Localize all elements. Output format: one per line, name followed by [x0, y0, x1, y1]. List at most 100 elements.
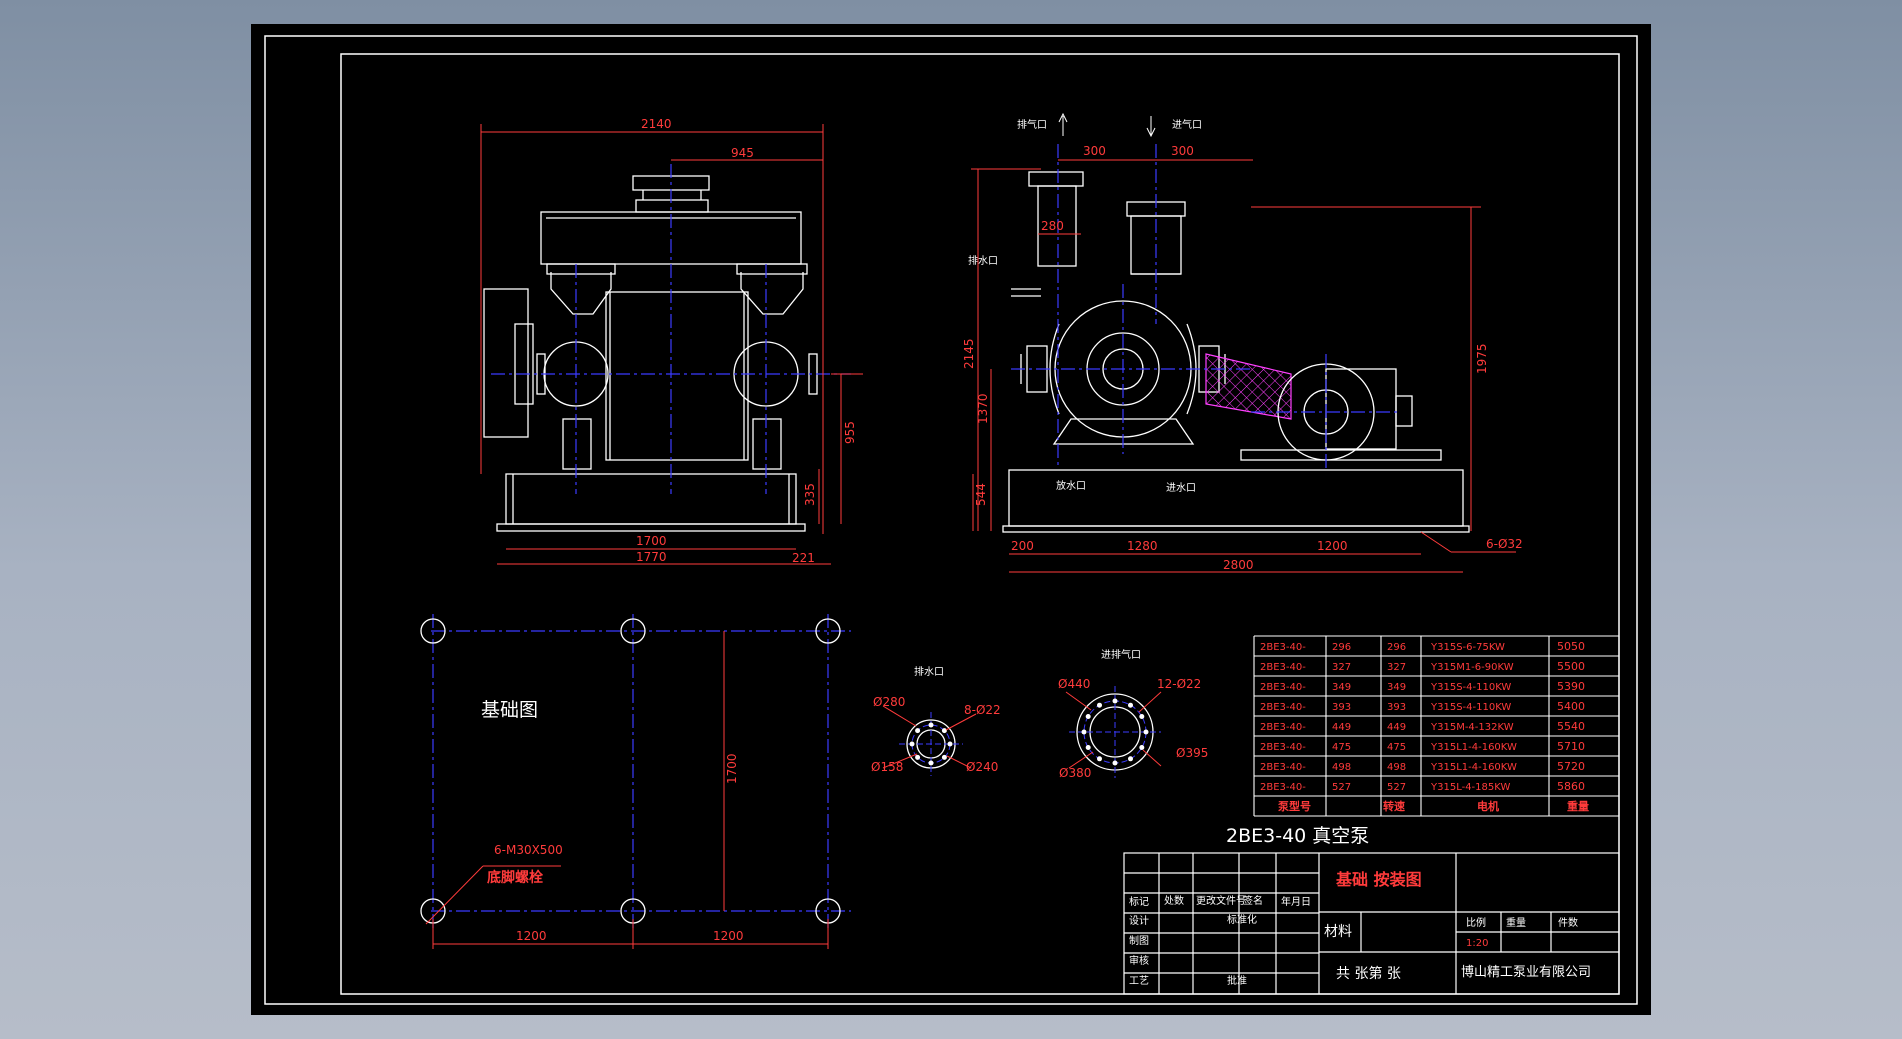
spec-header-speed: 转速	[1383, 799, 1405, 813]
spec-weight-cell: 5390	[1557, 680, 1585, 693]
spec-header-weight: 重量	[1567, 799, 1589, 813]
spec-speed-cell: 498	[1387, 762, 1406, 773]
spec-model-cell: 2BE3-40-	[1260, 722, 1306, 733]
tb-review: 审核	[1129, 954, 1149, 967]
dim-front-955: 955	[843, 421, 857, 444]
dim-drain-holes: 8-Ø22	[964, 703, 1001, 717]
dim-io-d380: Ø380	[1059, 766, 1091, 780]
dim-side-300a: 300	[1083, 144, 1106, 158]
tb-date: 年月日	[1281, 895, 1311, 908]
tb-drawing: 制图	[1129, 934, 1149, 947]
foundation-plan	[420, 614, 851, 949]
spec-speed-cell: 327	[1387, 662, 1406, 673]
spec-header-motor: 电机	[1477, 799, 1499, 813]
spec-speed-cell: 475	[1387, 742, 1406, 753]
spec-weight-cell: 5400	[1557, 700, 1585, 713]
dim-found-1200a: 1200	[516, 929, 547, 943]
spec-motor-cell: Y315L1-4-160KW	[1430, 762, 1517, 773]
dim-front-221: 221	[792, 551, 815, 565]
label-inlet-water: 进水口	[1166, 482, 1196, 494]
spec-model-cell: 2BE3-40-	[1260, 702, 1306, 713]
dim-io-d395: Ø395	[1176, 746, 1208, 760]
anchor-bolt-spec: 6-M30X500	[494, 843, 563, 857]
spec-speed-cell: 296	[1387, 642, 1406, 653]
dim-side-2800: 2800	[1223, 558, 1254, 572]
dim-side-2145: 2145	[962, 338, 976, 369]
tb-sign: 签名	[1243, 894, 1263, 907]
tb-sheets: 共 张第 张	[1336, 965, 1401, 982]
spec-model-cell: 2BE3-40-	[1260, 742, 1306, 753]
dim-side-544: 544	[974, 483, 988, 506]
spec-model-cell: 2BE3-40-	[1260, 762, 1306, 773]
spec-weight-cell: 5500	[1557, 660, 1585, 673]
dim-drain-d240: Ø240	[966, 760, 998, 774]
dim-front-335: 335	[803, 483, 817, 506]
spec-motor-cell: Y315L1-4-160KW	[1430, 742, 1517, 753]
front-centerlines	[491, 164, 851, 494]
spec-model-cell: 2BE3-40-	[1260, 782, 1306, 793]
dim-side-1370: 1370	[976, 393, 990, 424]
dim-side-1200: 1200	[1317, 539, 1348, 553]
dim-found-1200b: 1200	[713, 929, 744, 943]
tb-approve: 批准	[1227, 974, 1247, 987]
dim-side-1975: 1975	[1475, 343, 1489, 374]
spec-motor-cell: Y315S-4-110KW	[1430, 682, 1511, 693]
spec-speed-cell: 349	[1387, 682, 1406, 693]
inout-flange-title: 进排气口	[1101, 648, 1141, 661]
label-discharge: 放水口	[1056, 479, 1086, 492]
tb-design: 设计	[1129, 914, 1149, 927]
dim-side-holes: 6-Ø32	[1486, 537, 1523, 551]
front-view	[483, 175, 818, 532]
drawing-sheet: 2140 945 1700 1770 221 955 335 300 300 2…	[251, 24, 1651, 1015]
spec-speed-cell: 449	[1387, 722, 1406, 733]
tb-change-doc: 更改文件号	[1196, 894, 1246, 907]
side-flow-arrows	[1058, 112, 1156, 138]
dim-side-200: 200	[1011, 539, 1034, 553]
spec-motor-cell: Y315M1-6-90KW	[1430, 662, 1514, 673]
spec-model-cell: 2BE3-40-	[1260, 662, 1306, 673]
spec-speed-cell: 449	[1332, 722, 1351, 733]
side-view	[1002, 171, 1470, 533]
tb-standardize: 标准化	[1227, 913, 1257, 926]
spec-motor-cell: Y315S-6-75KW	[1430, 642, 1505, 653]
dim-found-1700: 1700	[725, 753, 739, 784]
label-intake: 进气口	[1172, 118, 1202, 131]
tb-company: 博山精工泵业有限公司	[1461, 965, 1591, 980]
label-drain: 排水口	[968, 254, 998, 267]
spec-weight-cell: 5540	[1557, 720, 1585, 733]
tb-weight-label: 重量	[1506, 916, 1526, 929]
tb-process: 工艺	[1129, 975, 1149, 987]
spec-model-cell: 2BE3-40-	[1260, 642, 1306, 653]
dim-front-1700: 1700	[636, 534, 667, 548]
dim-side-300b: 300	[1171, 144, 1194, 158]
spec-speed-cell: 498	[1332, 762, 1351, 773]
tb-scale-value: 1:20	[1466, 938, 1488, 949]
spec-motor-cell: Y315L-4-185KW	[1430, 782, 1510, 793]
dim-front-1770: 1770	[636, 550, 667, 564]
dim-front-945: 945	[731, 146, 754, 160]
spec-speed-cell: 393	[1387, 702, 1406, 713]
spec-model-cell: 2BE3-40-	[1260, 682, 1306, 693]
spec-speed-cell: 527	[1387, 782, 1406, 793]
dim-io-d440: Ø440	[1058, 677, 1090, 691]
label-exhaust: 排气口	[1017, 118, 1047, 131]
tb-qty: 处数	[1164, 894, 1184, 907]
spec-motor-cell: Y315M-4-132KW	[1430, 722, 1514, 733]
inout-flange-detail	[1065, 686, 1162, 778]
anchor-bolt-label: 底脚螺栓	[487, 869, 543, 886]
spec-header-model: 泵型号	[1278, 799, 1311, 813]
tb-material: 材料	[1324, 924, 1352, 940]
spec-speed-cell: 327	[1332, 662, 1351, 673]
spec-weight-cell: 5050	[1557, 640, 1585, 653]
spec-speed-cell: 296	[1332, 642, 1351, 653]
spec-speed-cell: 475	[1332, 742, 1351, 753]
spec-speed-cell: 393	[1332, 702, 1351, 713]
dim-front-2140: 2140	[641, 117, 672, 131]
dim-io-holes: 12-Ø22	[1157, 677, 1201, 691]
main-title: 2BE3-40 真空泵	[1226, 825, 1369, 847]
spec-speed-cell: 349	[1332, 682, 1351, 693]
spec-weight-cell: 5720	[1557, 760, 1585, 773]
tb-mark: 标记	[1129, 896, 1149, 908]
spec-speed-cell: 527	[1332, 782, 1351, 793]
dim-side-280: 280	[1041, 219, 1064, 233]
